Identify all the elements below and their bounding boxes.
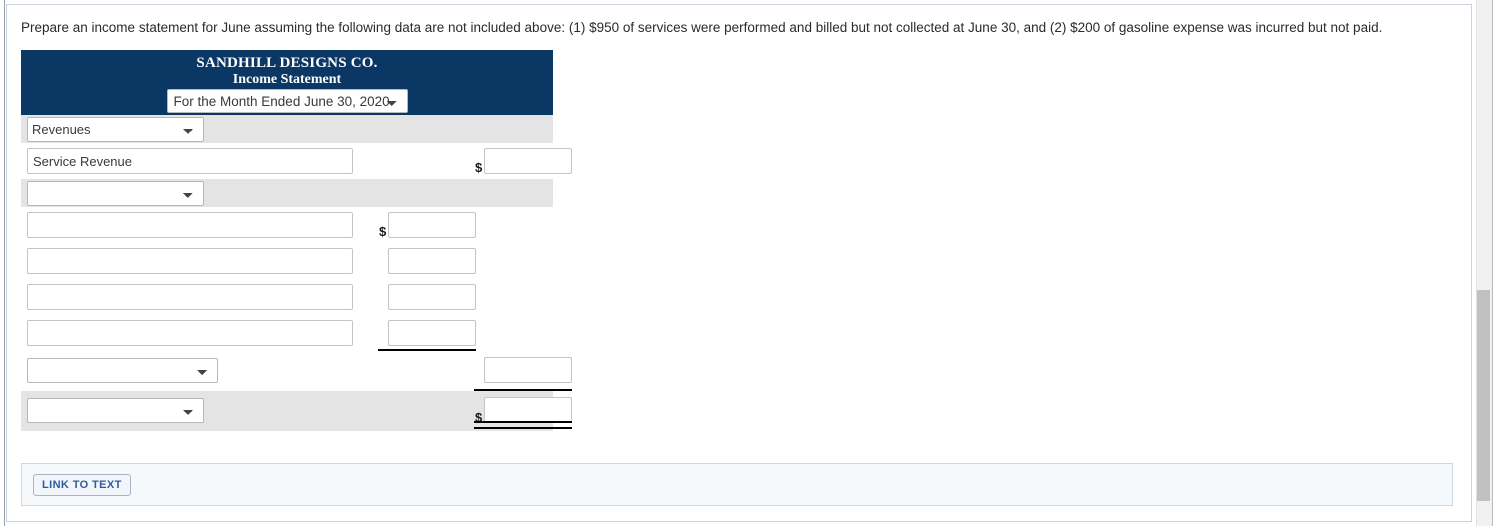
statement-header: SANDHILL DESIGNS CO. Income Statement Fo… <box>21 50 553 115</box>
line-item-label-input[interactable] <box>27 320 353 346</box>
statement-row <box>21 243 553 279</box>
line-item-label-input[interactable] <box>27 148 353 174</box>
window-right-edge <box>1492 0 1497 526</box>
line-item-amount-input[interactable] <box>388 284 476 310</box>
line-item-amount-input[interactable] <box>388 320 476 346</box>
line-item-amount-input[interactable] <box>388 248 476 274</box>
statement-row: $ <box>21 207 553 243</box>
total-amount-input[interactable] <box>484 397 572 423</box>
company-name: SANDHILL DESIGNS CO. <box>196 55 378 71</box>
left-rail-divider <box>0 0 5 526</box>
total-label-select[interactable]: Net IncomeNet LossNet Income / (Loss) <box>27 398 204 423</box>
dollar-sign: $ <box>379 224 387 239</box>
statement-row: RevenuesExpensesNet Income / (Loss)Total… <box>21 115 553 143</box>
link-to-text-button[interactable]: LINK TO TEXT <box>33 474 131 496</box>
section-select[interactable]: RevenuesExpensesNet Income / (Loss)Total… <box>27 117 204 142</box>
statement-row: Total RevenuesTotal ExpensesNet Income /… <box>21 351 572 391</box>
line-item-label-input[interactable] <box>27 212 353 238</box>
section-select[interactable]: RevenuesExpensesNet Income / (Loss)Total… <box>27 181 204 206</box>
vertical-scrollbar-thumb[interactable] <box>1477 290 1490 501</box>
statement-row <box>21 279 553 315</box>
total-double-rule <box>474 421 572 429</box>
period-select-wrap: For the Month Ended June 30, 2020For the… <box>21 89 553 113</box>
dollar-sign: $ <box>475 160 483 175</box>
statement-rows: RevenuesExpensesNet Income / (Loss)Total… <box>21 115 572 431</box>
exercise-page: Prepare an income statement for June ass… <box>0 0 1497 526</box>
line-item-amount-input[interactable] <box>484 148 572 174</box>
line-item-amount-input[interactable] <box>388 212 476 238</box>
statement-row: $ <box>21 143 572 179</box>
total-label-select[interactable]: Total RevenuesTotal ExpensesNet Income /… <box>27 358 218 383</box>
link-to-text-panel: LINK TO TEXT <box>21 463 1453 506</box>
statement-row: RevenuesExpensesNet Income / (Loss)Total… <box>21 179 553 207</box>
line-item-label-input[interactable] <box>27 248 353 274</box>
period-select[interactable]: For the Month Ended June 30, 2020For the… <box>166 89 408 113</box>
statement-row: Net IncomeNet LossNet Income / (Loss)$ <box>21 391 572 431</box>
income-statement-worksheet: SANDHILL DESIGNS CO. Income Statement Fo… <box>21 50 572 431</box>
total-amount-input[interactable] <box>484 357 572 383</box>
statement-title: Income Statement <box>232 72 342 87</box>
statement-row <box>21 315 553 351</box>
question-prompt: Prepare an income statement for June ass… <box>21 20 1383 35</box>
line-item-label-input[interactable] <box>27 284 353 310</box>
